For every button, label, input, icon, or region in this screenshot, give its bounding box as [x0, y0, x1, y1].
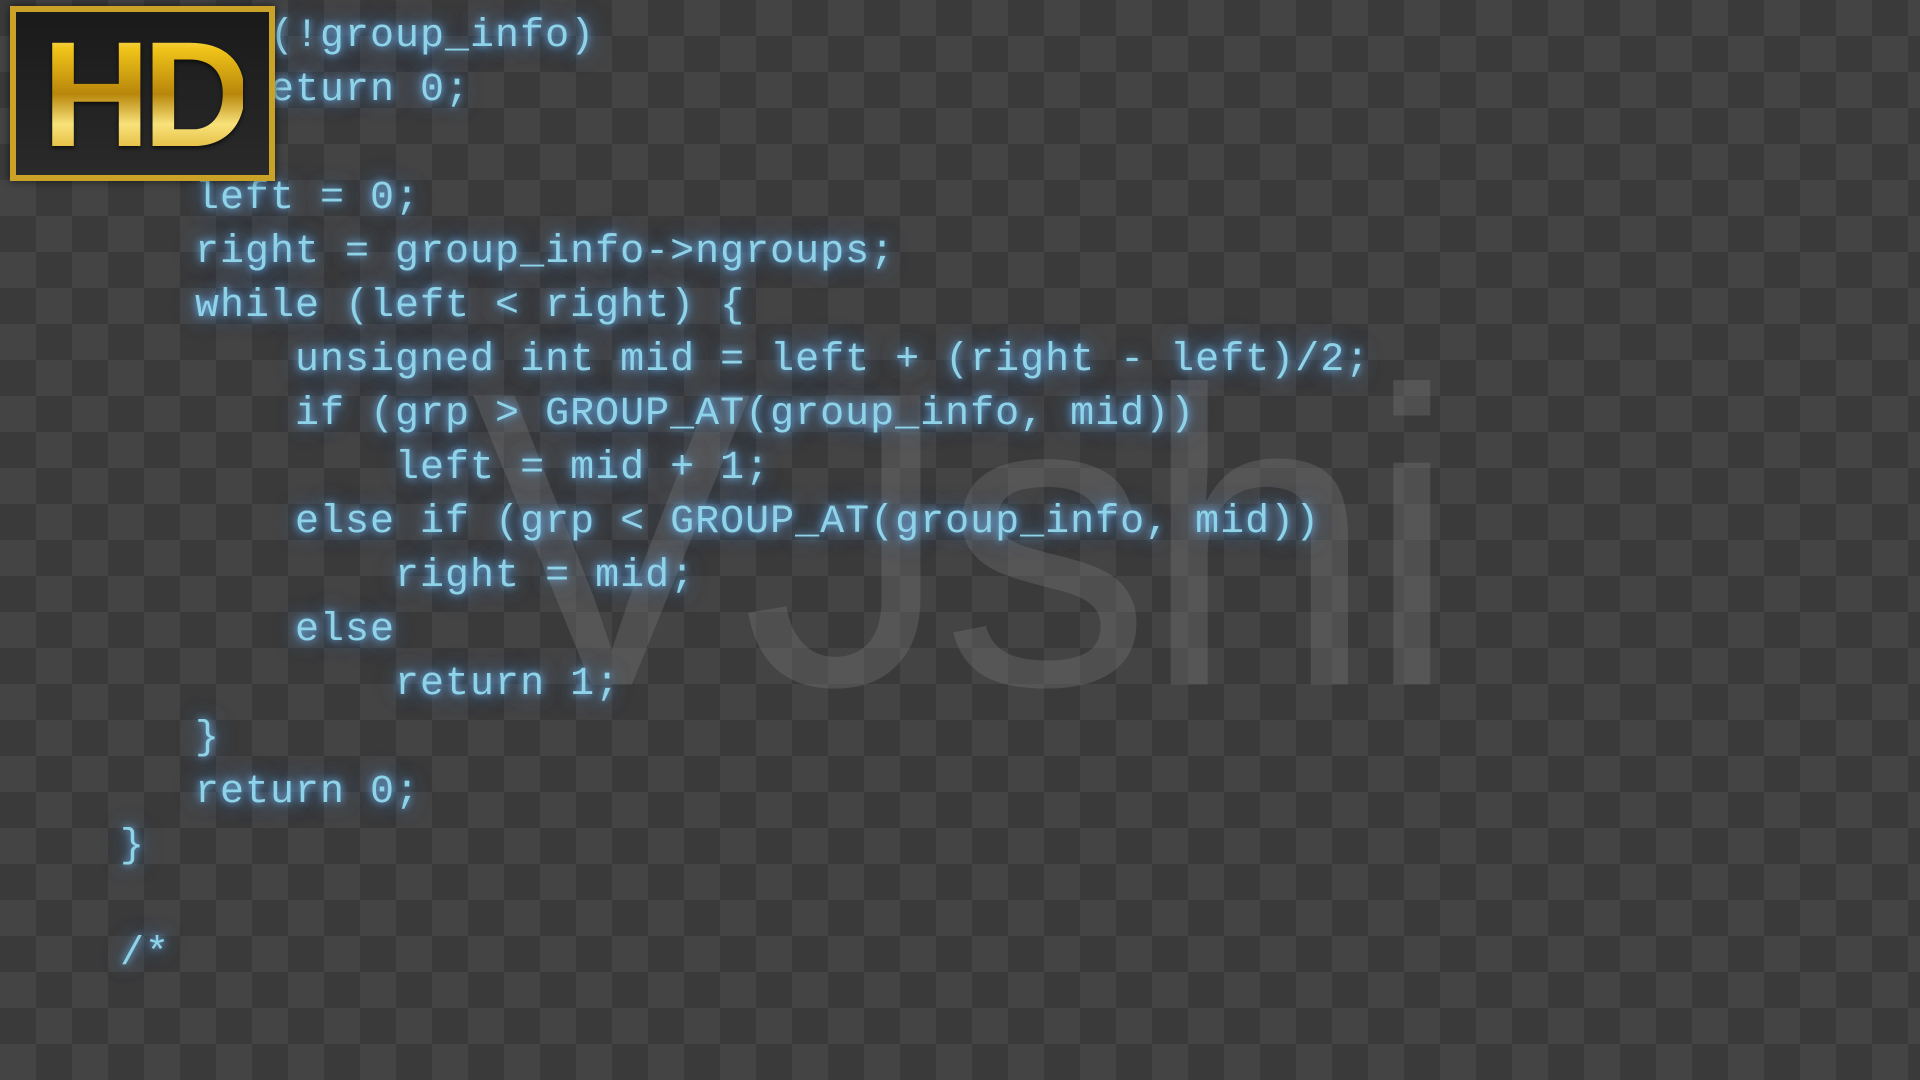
code-line: left = mid + 1; [120, 446, 770, 491]
code-line: else [120, 608, 395, 653]
code-line: right = mid; [120, 554, 695, 599]
code-line: /* [120, 932, 170, 977]
code-line: unsigned int mid = left + (right - left)… [120, 338, 1370, 383]
code-line: if (grp > GROUP_AT(group_info, mid)) [120, 392, 1195, 437]
hd-badge: HD [10, 6, 275, 181]
code-line: return 0; [120, 770, 420, 815]
code-block: f (!group_info) return 0; left = 0; righ… [120, 10, 1370, 982]
code-line: else if (grp < GROUP_AT(group_info, mid)… [120, 500, 1320, 545]
code-line: } [120, 824, 145, 869]
code-line: } [120, 716, 220, 761]
code-line: left = 0; [120, 176, 420, 221]
hd-badge-label: HD [42, 19, 243, 169]
code-line: return 1; [120, 662, 620, 707]
code-line: right = group_info->ngroups; [120, 230, 895, 275]
code-line: while (left < right) { [120, 284, 745, 329]
